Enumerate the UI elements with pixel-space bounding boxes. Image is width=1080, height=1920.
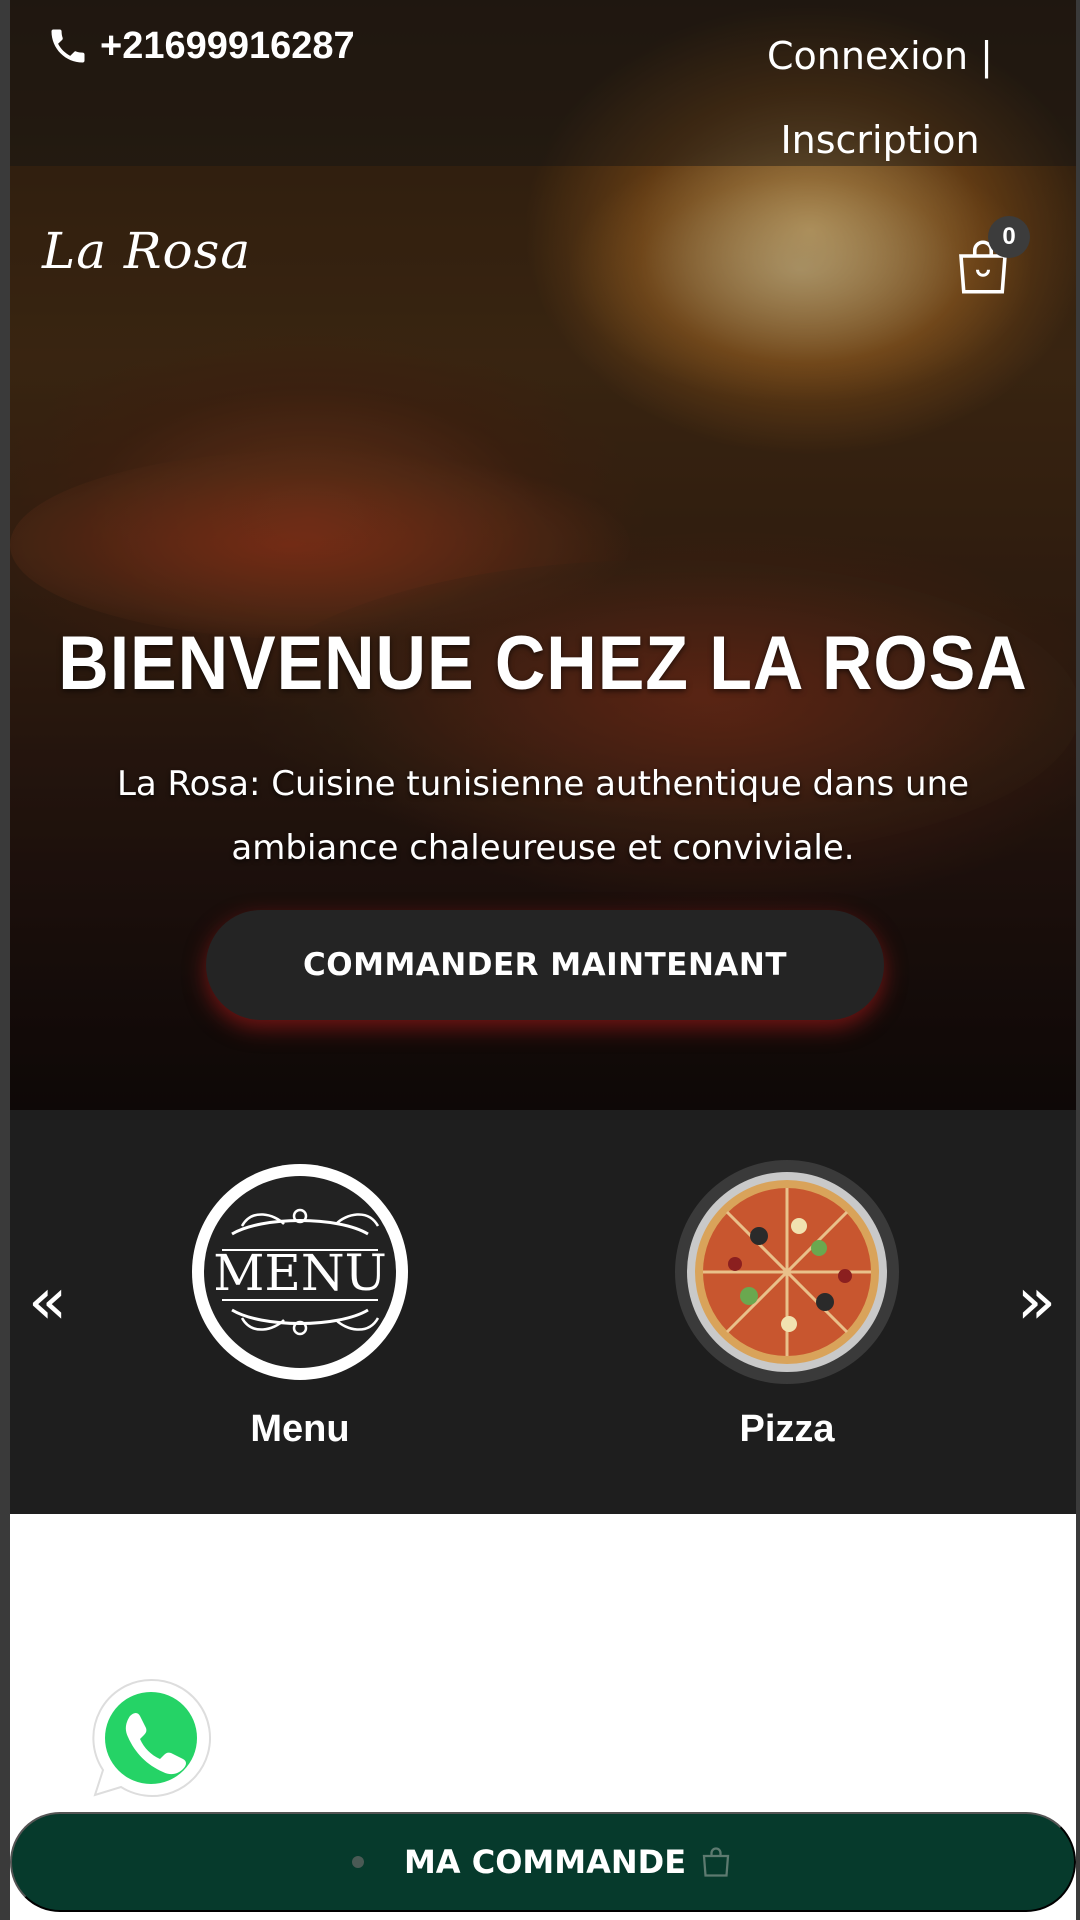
shopping-bag-icon [702, 1847, 730, 1877]
pizza-category-image [649, 1156, 925, 1388]
menu-category-image: MENU [162, 1156, 438, 1388]
category-item-pizza[interactable]: Pizza [647, 1156, 927, 1451]
top-bar: +21699916287 Connexion | Inscription [10, 0, 1076, 166]
phone-icon [51, 29, 85, 63]
order-now-button[interactable]: COMMANDER MAINTENANT [206, 910, 884, 1020]
status-dot [351, 1856, 364, 1868]
my-order-button[interactable]: MA COMMANDE [10, 1812, 1076, 1912]
chevron-right-icon[interactable]: » [1017, 1270, 1056, 1334]
auth-links: Connexion | Inscription [750, 14, 1010, 182]
category-item-menu[interactable]: MENU Menu [160, 1156, 440, 1451]
register-link[interactable]: Inscription [780, 118, 979, 162]
chevron-left-icon[interactable]: « [28, 1270, 67, 1334]
hero-title: BIENVENUE CHEZ LA ROSA [58, 621, 1028, 706]
auth-separator: | [980, 34, 993, 78]
phone-link[interactable]: +21699916287 [46, 24, 355, 68]
site-logo[interactable]: La Rosa [42, 222, 251, 280]
category-carousel: « MENU Menu Pizza » [10, 1110, 1076, 1514]
cart-button[interactable]: 0 [950, 216, 1030, 296]
phone-number: +21699916287 [100, 24, 355, 67]
category-label: Menu [250, 1408, 350, 1450]
login-link[interactable]: Connexion [767, 34, 968, 78]
my-order-label: MA COMMANDE [403, 1843, 687, 1881]
menu-image-text: MENU [213, 1244, 387, 1302]
page: +21699916287 Connexion | Inscription La … [10, 0, 1076, 1920]
hero-section: +21699916287 Connexion | Inscription La … [10, 0, 1076, 1110]
whatsapp-button[interactable] [78, 1670, 224, 1816]
hero-subtitle: La Rosa: Cuisine tunisienne authentique … [116, 764, 970, 868]
whatsapp-icon [92, 1678, 212, 1797]
cart-count-badge: 0 [988, 216, 1030, 258]
category-label: Pizza [739, 1408, 835, 1450]
